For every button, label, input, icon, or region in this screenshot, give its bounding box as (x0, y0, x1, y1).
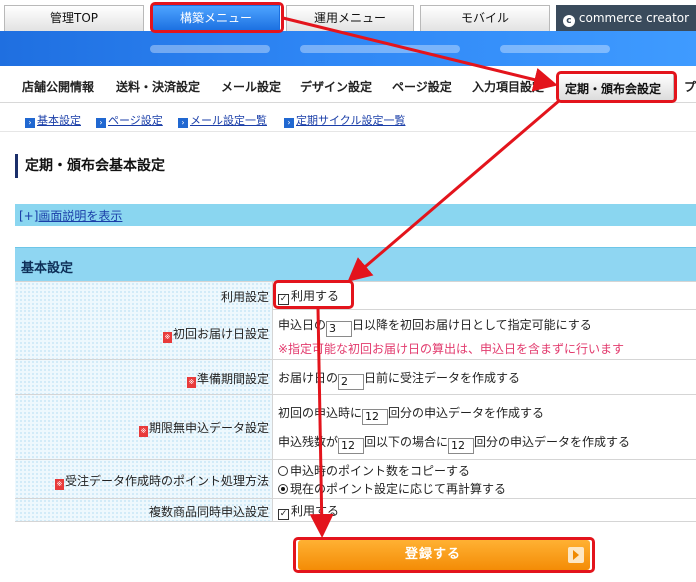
arrow-to-subscription-menu (282, 16, 558, 92)
arrow-to-use-setting (347, 98, 561, 282)
arrow-to-submit (309, 307, 334, 538)
annotation-arrows (282, 16, 561, 538)
